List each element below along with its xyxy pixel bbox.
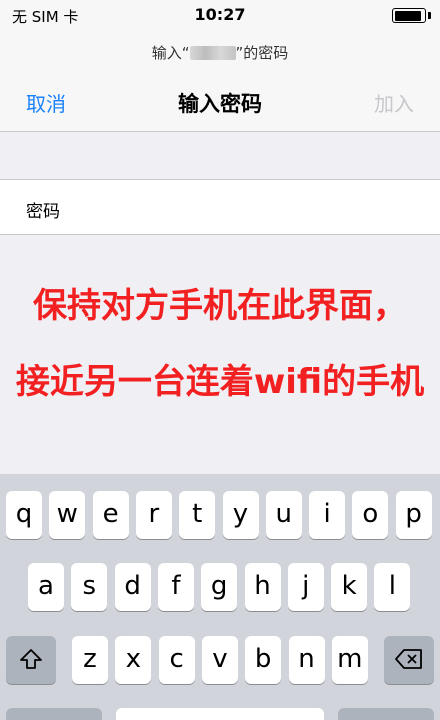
key-e[interactable]: e	[92, 491, 129, 539]
network-prompt: 输入“ ”的密码	[0, 42, 440, 63]
delete-icon	[395, 649, 422, 669]
key-w[interactable]: w	[49, 491, 86, 539]
return-key[interactable]	[338, 708, 434, 720]
key-r[interactable]: r	[135, 491, 172, 539]
password-field[interactable]	[92, 188, 422, 228]
key-i[interactable]: i	[309, 491, 346, 539]
key-l[interactable]: l	[374, 563, 411, 611]
key-n[interactable]: n	[288, 636, 325, 684]
annotation-line-2: 接近另一台连着wifi的手机	[15, 362, 425, 402]
password-label: 密码	[26, 202, 60, 222]
key-j[interactable]: j	[287, 563, 324, 611]
key-o[interactable]: o	[352, 491, 389, 539]
delete-key[interactable]	[384, 636, 434, 684]
clock: 10:27	[194, 5, 246, 24]
key-x[interactable]: x	[115, 636, 152, 684]
key-f[interactable]: f	[157, 563, 194, 611]
key-k[interactable]: k	[331, 563, 368, 611]
key-u[interactable]: u	[265, 491, 302, 539]
key-z[interactable]: z	[72, 636, 108, 684]
battery-tip	[428, 12, 431, 19]
key-a[interactable]: a	[28, 563, 64, 611]
key-g[interactable]: g	[201, 563, 238, 611]
password-row: 密码	[0, 179, 440, 235]
redacted-network-name	[189, 46, 236, 60]
key-c[interactable]: c	[158, 636, 195, 684]
prompt-prefix: 输入“	[151, 44, 190, 62]
key-y[interactable]: y	[222, 491, 259, 539]
key-q[interactable]: q	[6, 491, 42, 539]
key-d[interactable]: d	[114, 563, 151, 611]
key-t[interactable]: t	[179, 491, 216, 539]
annotation-line-1: 保持对方手机在此界面，	[33, 286, 407, 326]
shift-icon	[20, 649, 42, 669]
status-bar: 无 SIM 卡 10:27	[0, 0, 440, 30]
number-key[interactable]	[6, 708, 102, 720]
battery-icon	[392, 8, 426, 23]
join-button[interactable]: 加入	[374, 88, 414, 117]
keyboard: qwertyuiop asdfghjkl zxcvbnm	[0, 474, 440, 720]
key-h[interactable]: h	[244, 563, 281, 611]
battery-level-fill	[394, 10, 421, 21]
key-b[interactable]: b	[245, 636, 282, 684]
prompt-suffix: ”的密码	[235, 44, 289, 62]
key-v[interactable]: v	[201, 636, 238, 684]
navigation-header: 输入“ ”的密码 取消 输入密码 加入	[0, 30, 440, 132]
shift-key[interactable]	[6, 636, 56, 684]
space-key[interactable]	[116, 708, 324, 720]
key-m[interactable]: m	[331, 636, 368, 684]
key-p[interactable]: p	[395, 491, 432, 539]
key-s[interactable]: s	[71, 563, 108, 611]
